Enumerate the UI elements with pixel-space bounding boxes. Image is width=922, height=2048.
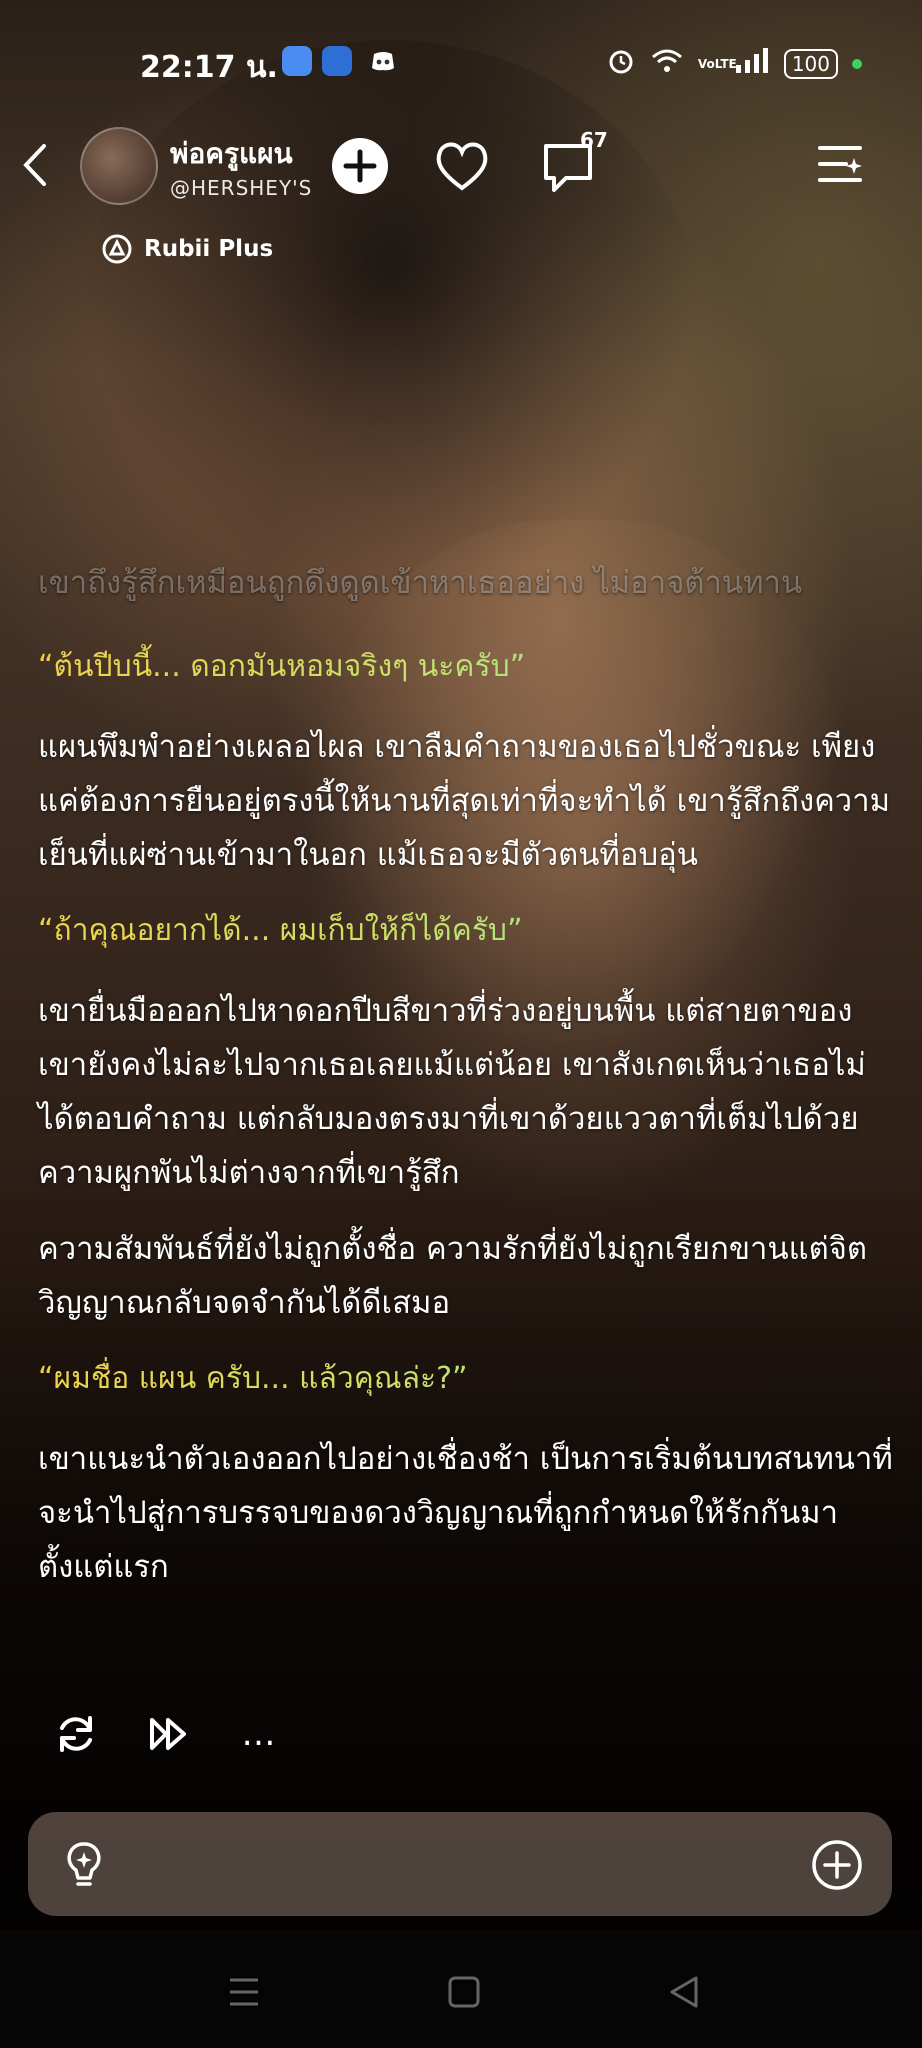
back-button[interactable] <box>20 140 60 190</box>
character-name-block: พ่อครูแผน @HERSHEY'S <box>170 132 312 200</box>
nav-home-button[interactable] <box>444 1972 484 2012</box>
system-nav-bar <box>0 1936 922 2048</box>
discord-icon <box>368 46 398 76</box>
nav-recents-button[interactable] <box>224 1972 264 2012</box>
chat-screen: 22:17 น. VoLTE 100 พ่อครูแผน @HERSHEY'S … <box>0 0 922 2048</box>
narration-paragraph: เขายื่นมือออกไปหาดอกปีบสีขาวที่ร่วงอยู่บ… <box>38 993 866 1191</box>
narration-paragraph: แผนพึมพำอย่างเผลอไผล เขาลืมคำถามของเธอไป… <box>38 729 891 873</box>
plus-circle-icon <box>812 1840 862 1890</box>
signal-icon <box>734 47 770 81</box>
lightbulb-icon <box>67 1842 101 1886</box>
story-faded-line: เขาถึงรู้สึกเหมือนถูกดึงดูดเข้าหาเธออย่า… <box>38 565 803 601</box>
status-bar: 22:17 น. VoLTE 100 <box>0 40 922 85</box>
character-name: พ่อครูแผน <box>170 137 293 170</box>
more-options-button[interactable]: … <box>234 1708 286 1760</box>
square-icon <box>448 1976 480 2008</box>
rubii-icon <box>102 234 132 264</box>
alarm-icon <box>606 46 636 82</box>
app-notification-icon <box>282 46 312 76</box>
like-button[interactable] <box>430 134 494 198</box>
message-actions: … <box>50 1708 286 1760</box>
network-label: VoLTE <box>697 57 737 71</box>
chat-input-bar <box>28 1812 892 1916</box>
refresh-icon <box>60 1716 92 1752</box>
menu-list-icon <box>818 146 862 182</box>
triangle-back-icon <box>670 1976 698 2008</box>
character-profile[interactable]: พ่อครูแผน @HERSHEY'S <box>80 124 312 208</box>
heart-icon <box>436 142 488 191</box>
narration-paragraph: ความสัมพันธ์ที่ยังไม่ถูกตั้งชื่อ ความรัก… <box>38 1231 868 1321</box>
message-input[interactable] <box>128 1842 782 1888</box>
nav-back-button[interactable] <box>664 1972 704 2012</box>
continue-button[interactable] <box>142 1708 194 1760</box>
regenerate-button[interactable] <box>50 1708 102 1760</box>
avatar[interactable] <box>80 127 158 205</box>
fast-forward-icon <box>150 1718 186 1750</box>
character-handle: @HERSHEY'S <box>170 176 313 200</box>
plus-icon <box>343 149 377 183</box>
rubii-plus-badge[interactable]: Rubii Plus <box>100 232 273 266</box>
comment-count: 67 <box>580 128 608 152</box>
add-attachment-button[interactable] <box>810 1838 864 1892</box>
follow-button[interactable] <box>332 138 388 194</box>
dialogue-quote: “ถ้าคุณอยากได้... ผมเก็บให้ก็ได้ครับ” <box>38 904 898 958</box>
status-right-group: VoLTE 100 <box>606 46 862 82</box>
wifi-icon <box>650 47 684 81</box>
suggestion-button[interactable] <box>58 1838 110 1890</box>
story-message: เขาถึงรู้สึกเหมือนถูกดึงดูดเข้าหาเธออย่า… <box>38 556 898 1616</box>
dialogue-quote: “ผมชื่อ แผน ครับ... แล้วคุณล่ะ?” <box>38 1352 898 1406</box>
narration-paragraph: เขาแนะนำตัวเองออกไปอย่างเชื่องช้า เป็นกา… <box>38 1441 893 1585</box>
status-time: 22:17 น. <box>140 50 278 85</box>
dialogue-quote: “ต้นปีบนี้... ดอกมันหอมจริงๆ นะครับ” <box>38 640 898 694</box>
status-dot <box>852 59 862 69</box>
battery-indicator: 100 <box>783 49 838 79</box>
menu-button[interactable] <box>816 142 864 186</box>
chevron-left-icon <box>23 144 46 186</box>
menu-lines-icon <box>230 1978 258 2006</box>
rubii-plus-label: Rubii Plus <box>144 236 274 262</box>
app-notification-icon <box>322 46 352 76</box>
